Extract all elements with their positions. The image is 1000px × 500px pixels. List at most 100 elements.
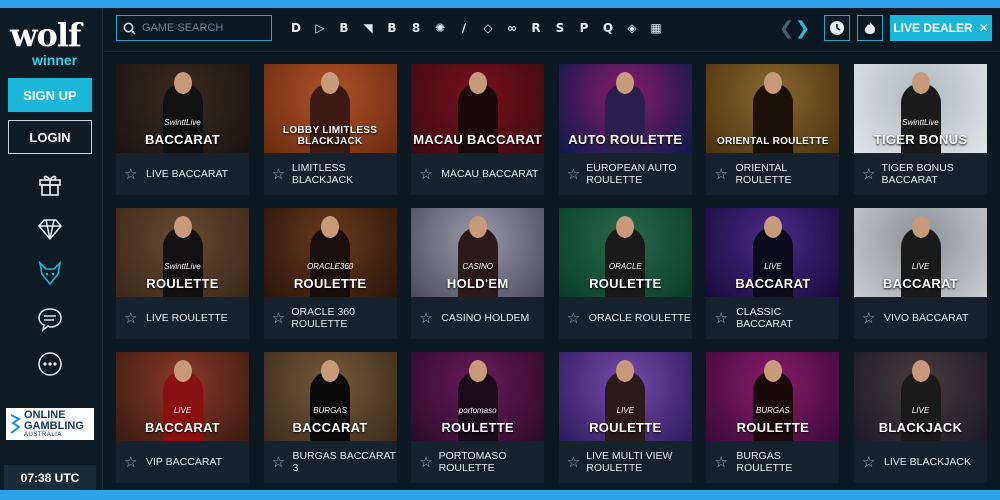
- game-thumbnail[interactable]: SwinttLive TIGER BONUS: [854, 64, 987, 153]
- game-title[interactable]: PORTOMASO ROULETTE: [439, 450, 545, 474]
- game-card[interactable]: LOBBY LIMITLESS BLACKJACK ☆ LIMITLESS BLAC…: [263, 64, 397, 195]
- favorite-star-icon[interactable]: ☆: [714, 453, 730, 471]
- provider-filter-icon[interactable]: ◈: [624, 20, 640, 36]
- provider-filter-icon[interactable]: /: [456, 20, 472, 36]
- provider-filter-icon[interactable]: B: [336, 20, 352, 36]
- brand-logo[interactable]: wolf winner: [10, 18, 94, 70]
- favorite-star-icon[interactable]: ☆: [862, 165, 875, 183]
- game-card[interactable]: AUTO ROULETTE ☆ EUROPEAN AUTO ROULETTE: [558, 64, 692, 195]
- provider-filter-icon[interactable]: 8: [408, 20, 424, 36]
- game-card[interactable]: ORIENTAL ROULETTE ☆ ORIENTAL ROULETTE: [706, 64, 840, 195]
- provider-filter-icon[interactable]: Q: [600, 20, 616, 36]
- game-thumbnail[interactable]: LIVE ROULETTE: [558, 352, 692, 441]
- game-title[interactable]: LIVE BLACKJACK: [884, 456, 971, 468]
- game-thumbnail[interactable]: MACAU BACCARAT: [411, 64, 545, 153]
- provider-filter-icon[interactable]: D: [288, 20, 304, 36]
- game-card[interactable]: LIVE BACCARAT ☆ VIVO BACCARAT: [854, 208, 987, 339]
- favorite-star-icon[interactable]: ☆: [124, 165, 140, 183]
- game-card[interactable]: ORACLE360 ROULETTE ☆ ORACLE 360 ROULETTE: [263, 208, 397, 339]
- favorite-star-icon[interactable]: ☆: [124, 309, 140, 327]
- wolf-icon[interactable]: [37, 260, 63, 286]
- favorite-star-icon[interactable]: ☆: [714, 165, 729, 183]
- game-title[interactable]: VIVO BACCARAT: [884, 312, 968, 324]
- game-title[interactable]: MACAU BACCARAT: [441, 168, 538, 180]
- hot-games-button[interactable]: [857, 15, 883, 41]
- game-card[interactable]: LIVE BACCARAT ☆ VIP BACCARAT: [116, 352, 249, 483]
- game-thumbnail[interactable]: AUTO ROULETTE: [558, 64, 692, 153]
- favorite-star-icon[interactable]: ☆: [862, 309, 878, 327]
- provider-filter-icon[interactable]: R: [528, 20, 544, 36]
- game-title[interactable]: EUROPEAN AUTO ROULETTE: [586, 162, 692, 186]
- favorite-star-icon[interactable]: ☆: [567, 309, 583, 327]
- provider-filter-icon[interactable]: S: [552, 20, 568, 36]
- diamond-icon[interactable]: [37, 216, 63, 242]
- favorite-star-icon[interactable]: ☆: [272, 453, 287, 471]
- game-thumbnail[interactable]: ORIENTAL ROULETTE: [706, 64, 840, 153]
- game-card[interactable]: LIVE ROULETTE ☆ LIVE MULTI VIEW ROULETTE: [558, 352, 692, 483]
- favorite-star-icon[interactable]: ☆: [567, 165, 580, 183]
- game-card[interactable]: SwinttLive BACCARAT ☆ LIVE BACCARAT: [116, 64, 249, 195]
- game-thumbnail[interactable]: SwinttLive ROULETTE: [116, 208, 249, 297]
- online-gambling-badge[interactable]: ONLINE GAMBLING AUSTRALIA: [6, 408, 94, 440]
- provider-filter-icon[interactable]: ∞: [504, 20, 520, 36]
- game-title[interactable]: BURGAS BACCARAT 3: [292, 450, 396, 474]
- favorite-star-icon[interactable]: ☆: [272, 165, 286, 183]
- game-thumbnail[interactable]: ORACLE ROULETTE: [558, 208, 692, 297]
- favorite-star-icon[interactable]: ☆: [862, 453, 878, 471]
- provider-filter-icon[interactable]: ✺: [432, 20, 448, 36]
- game-thumbnail[interactable]: CASINO HOLD'EM: [411, 208, 545, 297]
- game-title[interactable]: TIGER BONUS BACCARAT: [881, 162, 987, 186]
- game-card[interactable]: ORACLE ROULETTE ☆ ORACLE ROULETTE: [558, 208, 692, 339]
- game-card[interactable]: BURGAS ROULETTE ☆ BURGAS ROULETTE: [706, 352, 840, 483]
- favorite-star-icon[interactable]: ☆: [419, 165, 435, 183]
- favorite-star-icon[interactable]: ☆: [419, 309, 435, 327]
- game-title[interactable]: CLASSIC BACCARAT: [736, 306, 839, 330]
- game-title[interactable]: BURGAS ROULETTE: [736, 450, 839, 474]
- game-thumbnail[interactable]: LIVE BACCARAT: [706, 208, 840, 297]
- game-thumbnail[interactable]: LIVE BACCARAT: [854, 208, 987, 297]
- provider-filter-icon[interactable]: ▷: [312, 20, 328, 36]
- game-thumbnail[interactable]: ORACLE360 ROULETTE: [263, 208, 397, 297]
- scroll-left-icon[interactable]: ❮: [779, 18, 794, 39]
- game-card[interactable]: portomaso ROULETTE ☆ PORTOMASO ROULETTE: [411, 352, 545, 483]
- game-title[interactable]: CASINO HOLDEM: [441, 312, 529, 324]
- game-title[interactable]: ORACLE 360 ROULETTE: [291, 306, 396, 330]
- game-card[interactable]: CASINO HOLD'EM ☆ CASINO HOLDEM: [411, 208, 545, 339]
- recent-games-button[interactable]: [824, 15, 850, 41]
- favorite-star-icon[interactable]: ☆: [567, 453, 580, 471]
- provider-filter-icon[interactable]: ▦: [648, 20, 664, 36]
- game-card[interactable]: LIVE BLACKJACK ☆ LIVE BLACKJACK: [854, 352, 987, 483]
- favorite-star-icon[interactable]: ☆: [124, 453, 140, 471]
- search-input[interactable]: [142, 22, 262, 34]
- game-title[interactable]: LIVE BACCARAT: [146, 168, 228, 180]
- favorite-star-icon[interactable]: ☆: [714, 309, 730, 327]
- login-button[interactable]: LOGIN: [8, 120, 92, 154]
- game-card[interactable]: LIVE BACCARAT ☆ CLASSIC BACCARAT: [706, 208, 840, 339]
- game-thumbnail[interactable]: BURGAS BACCARAT: [263, 352, 397, 441]
- game-title[interactable]: VIP BACCARAT: [146, 456, 222, 468]
- game-thumbnail[interactable]: LIVE BLACKJACK: [854, 352, 987, 441]
- game-thumbnail[interactable]: LOBBY LIMITLESS BLACKJACK: [263, 64, 397, 153]
- game-thumbnail[interactable]: LIVE BACCARAT: [116, 352, 249, 441]
- live-dealer-filter[interactable]: LIVE DEALER ✕: [890, 15, 992, 41]
- game-card[interactable]: SwinttLive ROULETTE ☆ LIVE ROULETTE: [116, 208, 249, 339]
- provider-filter-icon[interactable]: ◇: [480, 20, 496, 36]
- game-thumbnail[interactable]: portomaso ROULETTE: [411, 352, 545, 441]
- close-icon[interactable]: ✕: [979, 21, 989, 35]
- game-card[interactable]: SwinttLive TIGER BONUS ☆ TIGER BONUS BACCAR…: [854, 64, 987, 195]
- game-search[interactable]: [116, 15, 272, 41]
- game-card[interactable]: BURGAS BACCARAT ☆ BURGAS BACCARAT 3: [263, 352, 397, 483]
- game-thumbnail[interactable]: SwinttLive BACCARAT: [116, 64, 249, 153]
- favorite-star-icon[interactable]: ☆: [272, 309, 286, 327]
- gift-icon[interactable]: [37, 171, 63, 197]
- game-title[interactable]: ORACLE ROULETTE: [589, 312, 691, 324]
- favorite-star-icon[interactable]: ☆: [419, 453, 432, 471]
- provider-filter-icon[interactable]: ◥: [360, 20, 376, 36]
- chat-icon[interactable]: [37, 306, 63, 332]
- game-title[interactable]: ORIENTAL ROULETTE: [735, 162, 839, 186]
- sign-up-button[interactable]: SIGN UP: [8, 78, 92, 112]
- game-title[interactable]: LIMITLESS BLACKJACK: [292, 162, 397, 186]
- game-card[interactable]: MACAU BACCARAT ☆ MACAU BACCARAT: [411, 64, 545, 195]
- game-title[interactable]: LIVE ROULETTE: [146, 312, 228, 324]
- provider-filter-icon[interactable]: P: [576, 20, 592, 36]
